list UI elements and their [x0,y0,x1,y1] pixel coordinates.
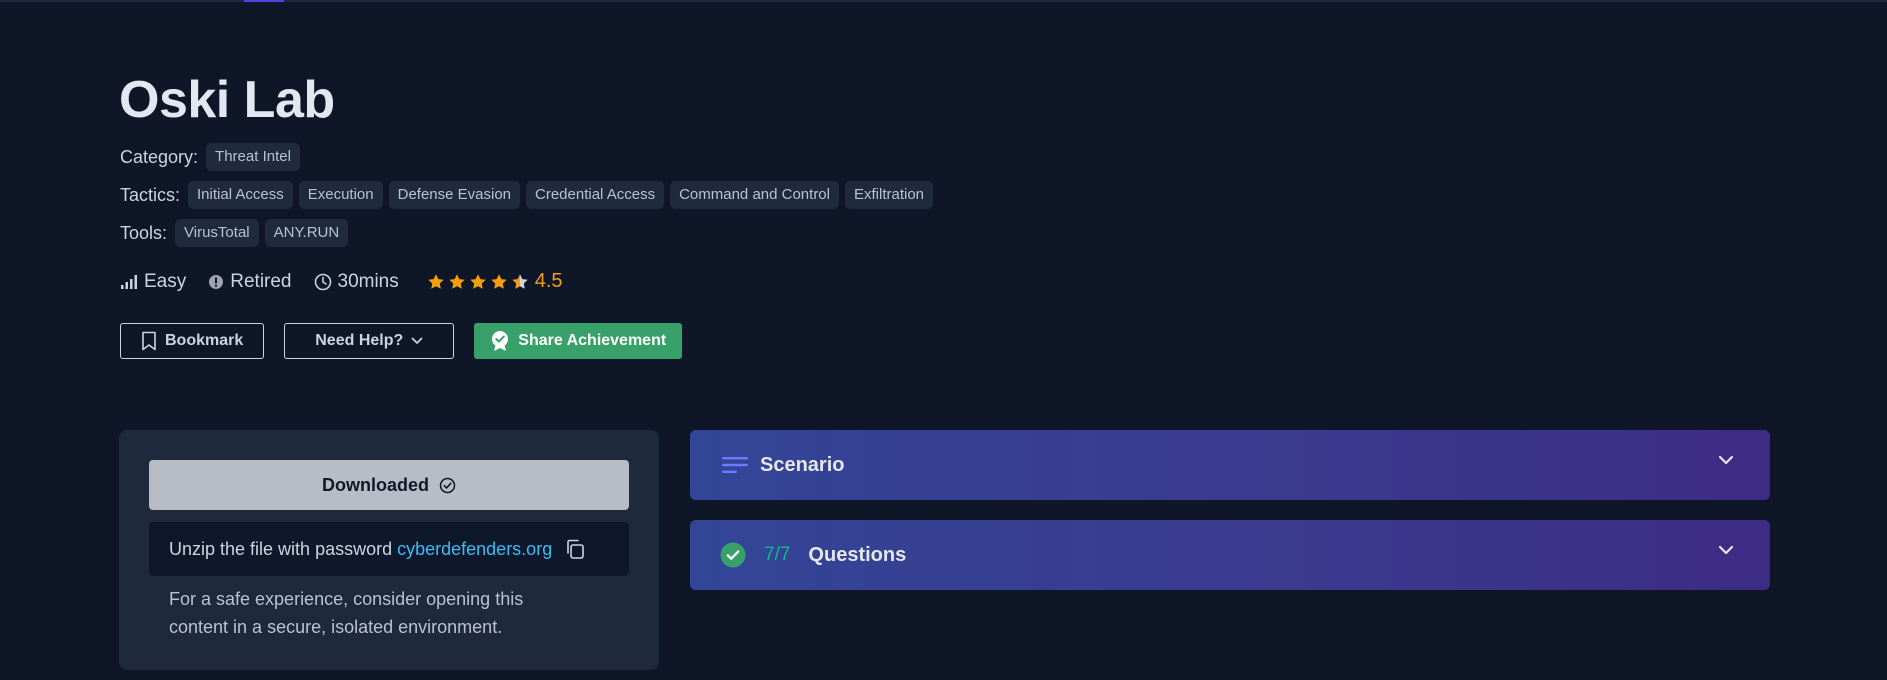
password-text: Unzip the file with password [169,538,393,559]
share-achievement-label: Share Achievement [518,332,667,349]
download-card: Downloaded Unzip the file with password … [119,430,659,670]
action-buttons: Bookmark Need Help? Share Achievement [120,323,683,359]
downloaded-label: Downloaded [322,474,429,495]
downloaded-button[interactable]: Downloaded [149,460,629,510]
password-value[interactable]: cyberdefenders.org [397,539,552,560]
questions-title: Questions [808,543,907,566]
tactic-tag[interactable]: Credential Access [526,181,665,209]
award-icon [490,330,510,352]
page-title: Oski Lab [119,71,335,129]
tactic-tag[interactable]: Defense Evasion [388,181,521,209]
top-tab-bar [0,0,1887,2]
bookmark-icon [141,331,157,351]
scenario-title: Scenario [760,453,845,476]
tools-row: Tools: VirusTotal ANY.RUN [120,219,349,247]
status-stat: Retired [208,270,292,293]
difficulty-bars-icon [120,274,138,290]
lines-icon [722,456,748,474]
status-label: Retired [230,270,292,292]
tools-label: Tools: [120,222,168,243]
star-icon [511,273,529,291]
lab-stats: Easy Retired 30mins 4.5 [120,270,563,293]
rating-stars [427,273,529,291]
questions-progress: 7/7 [764,544,791,565]
password-box: Unzip the file with password cyberdefend… [149,522,629,576]
questions-accordion[interactable]: 7/7 Questions [690,520,1770,590]
star-icon [448,273,466,291]
check-circle-icon [439,477,456,494]
rating-value: 4.5 [534,270,563,292]
need-help-button[interactable]: Need Help? [284,323,455,359]
duration-stat: 30mins [314,271,399,293]
check-badge-icon [720,542,746,568]
star-icon [427,273,445,291]
bookmark-label: Bookmark [165,332,244,349]
copy-icon[interactable] [564,538,586,560]
star-icon [490,273,508,291]
share-achievement-button[interactable]: Share Achievement [474,323,683,359]
star-icon [469,273,487,291]
duration-label: 30mins [337,270,399,292]
tool-tag[interactable]: ANY.RUN [264,219,349,247]
tactics-row: Tactics: Initial Access Execution Defens… [120,181,934,209]
chevron-down-icon [411,337,423,345]
chevron-down-icon[interactable] [1718,455,1734,465]
category-tag[interactable]: Threat Intel [206,143,300,171]
tool-tag[interactable]: VirusTotal [175,219,259,247]
safety-note: For a safe experience, consider opening … [169,589,524,637]
chevron-down-icon[interactable] [1718,545,1734,555]
clock-icon [314,273,332,291]
tactics-label: Tactics: [120,184,181,205]
category-row: Category: Threat Intel [120,143,300,171]
tactic-tag[interactable]: Exfiltration [845,181,934,209]
active-tab-indicator [244,0,284,2]
tactic-tag[interactable]: Command and Control [670,181,839,209]
info-circle-icon [208,274,224,290]
scenario-accordion[interactable]: Scenario [690,430,1770,500]
tactic-tag[interactable]: Initial Access [188,181,293,209]
need-help-label: Need Help? [315,332,404,349]
bookmark-button[interactable]: Bookmark [120,323,265,359]
difficulty-stat: Easy [120,271,186,293]
difficulty-label: Easy [144,270,187,292]
tactic-tag[interactable]: Execution [298,181,383,209]
category-label: Category: [120,146,199,167]
